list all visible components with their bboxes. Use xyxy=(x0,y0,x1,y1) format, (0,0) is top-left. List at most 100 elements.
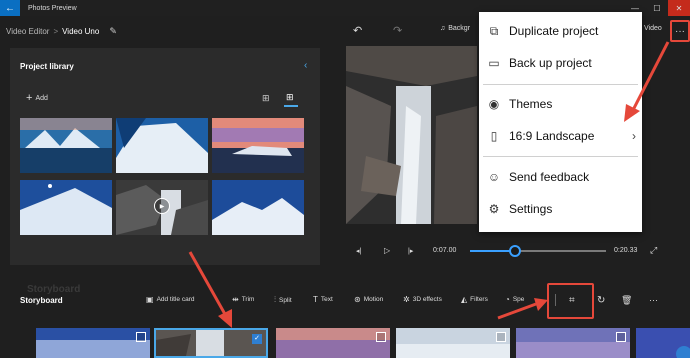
more-button[interactable]: ··· xyxy=(649,295,658,305)
split-button[interactable]: ⫶ Split xyxy=(274,295,292,305)
large-thumbnails-icon[interactable]: ⊞ xyxy=(262,93,270,104)
delete-icon: 🗑 xyxy=(621,295,633,305)
filters-button[interactable]: ◭ Filters xyxy=(461,295,488,304)
video-preview[interactable] xyxy=(346,46,477,224)
breadcrumb-current: Video Uno xyxy=(62,26,100,36)
menu-item-label: Duplicate project xyxy=(509,24,599,38)
snow-dune-image xyxy=(20,180,112,235)
menu-item-label: 16:9 Landscape xyxy=(509,129,595,143)
storyboard-clip[interactable] xyxy=(396,328,510,358)
tool-label: Split xyxy=(279,296,292,304)
seek-thumb[interactable] xyxy=(508,245,521,257)
redo-icon[interactable]: ↷ xyxy=(393,24,402,37)
iceberg-clip-image xyxy=(396,328,510,358)
split-icon: ⫶ xyxy=(274,295,276,304)
backup-icon: ▭ xyxy=(488,56,500,70)
feedback-icon: ☺ xyxy=(487,170,501,184)
storyboard-clip[interactable] xyxy=(636,328,690,358)
dusk-clip-image xyxy=(516,328,630,358)
storyboard-ghost-title: Storyboard xyxy=(27,284,81,295)
background-music-button[interactable]: ♫ Backgr xyxy=(440,25,470,32)
plus-icon: + xyxy=(26,92,33,104)
view-selected-indicator xyxy=(284,105,298,107)
clip-checkbox[interactable] xyxy=(496,332,506,342)
storyboard-clip[interactable] xyxy=(276,328,390,358)
library-thumbnail[interactable] xyxy=(20,118,112,173)
video-label: Video xyxy=(644,25,662,32)
library-thumbnail[interactable] xyxy=(212,118,304,173)
menu-item-duplicate-project[interactable]: ⧉ Duplicate project xyxy=(479,19,642,43)
menu-divider xyxy=(483,156,638,157)
storyboard-title: Storyboard xyxy=(20,296,63,305)
tool-label: 3D effects xyxy=(412,296,442,303)
library-thumbnail[interactable] xyxy=(116,118,208,173)
add-title-card-button[interactable]: ▣ Add title card xyxy=(146,295,195,304)
tool-label: Filters xyxy=(470,296,488,303)
seek-bar[interactable] xyxy=(470,250,606,252)
text-button[interactable]: T Text xyxy=(313,295,333,304)
chevron-right-icon: › xyxy=(632,129,636,143)
storyboard-clip[interactable] xyxy=(516,328,630,358)
small-thumbnails-icon[interactable]: ⊞ xyxy=(286,92,294,103)
clip-checkbox-checked[interactable]: ✓ xyxy=(252,334,262,344)
rename-pencil-icon[interactable]: ✎ xyxy=(109,26,117,37)
more-icon: ··· xyxy=(649,295,658,305)
menu-item-themes[interactable]: ◉ Themes xyxy=(479,92,642,116)
play-button[interactable]: ▷ xyxy=(384,246,390,255)
next-frame-icon[interactable]: |▸ xyxy=(408,247,413,255)
clip-checkbox[interactable] xyxy=(376,332,386,342)
fullscreen-icon[interactable]: ⤢ xyxy=(650,245,657,256)
tool-label: Motion xyxy=(363,296,384,303)
background-music-label: Backgr xyxy=(448,25,471,32)
library-thumbnail[interactable] xyxy=(212,180,304,235)
project-library-panel: Project library ‹ + Add ⊞ ⊞ ▶ xyxy=(10,48,320,265)
ice-lake-image xyxy=(20,118,112,173)
palette-icon: ◉ xyxy=(488,97,500,111)
previous-frame-icon[interactable]: ◂| xyxy=(356,247,361,255)
menu-divider xyxy=(483,84,638,85)
delete-button[interactable]: 🗑 xyxy=(621,295,632,306)
close-button[interactable]: ✕ xyxy=(668,0,690,16)
current-time: 0:07.00 xyxy=(433,247,457,254)
tool-label: Trim xyxy=(241,296,255,303)
undo-icon[interactable]: ↶ xyxy=(353,24,362,37)
tool-label: Text xyxy=(320,296,333,303)
menu-item-settings[interactable]: ⚙ Settings xyxy=(479,197,642,221)
menu-item-label: Settings xyxy=(509,202,553,216)
storyboard-clip[interactable] xyxy=(36,328,150,358)
clip-checkbox[interactable] xyxy=(616,332,626,342)
music-note-icon: ♫ xyxy=(440,25,446,32)
duplicate-icon: ⧉ xyxy=(489,23,499,38)
clip-checkbox[interactable] xyxy=(136,332,146,342)
trim-icon: ⇹ xyxy=(232,295,239,304)
menu-item-send-feedback[interactable]: ☺ Send feedback xyxy=(479,165,642,189)
app-title: Photos Preview xyxy=(28,4,77,12)
3d-effects-button[interactable]: ✲ 3D effects xyxy=(403,295,442,304)
collapse-library-icon[interactable]: ‹ xyxy=(304,60,307,71)
rotate-button[interactable]: ↻ xyxy=(597,295,605,306)
library-video-thumbnail[interactable]: ▶ xyxy=(116,180,208,235)
add-media-button[interactable]: + Add xyxy=(26,92,48,104)
menu-item-back-up-project[interactable]: ▭ Back up project xyxy=(479,51,642,75)
back-button[interactable]: ← xyxy=(0,0,20,16)
menu-item-label: Back up project xyxy=(509,56,592,70)
menu-item-aspect-ratio[interactable]: ▯ 16:9 Landscape › xyxy=(479,124,642,148)
blue-clip-image xyxy=(636,328,690,358)
filters-icon: ◭ xyxy=(461,295,468,304)
menu-item-label: Themes xyxy=(509,97,553,111)
motion-icon: ⊛ xyxy=(354,295,361,304)
play-icon: ▶ xyxy=(154,198,170,214)
tool-label: Add title card xyxy=(156,296,195,303)
trim-button[interactable]: ⇹ Trim xyxy=(232,295,254,304)
text-icon: T xyxy=(313,295,318,304)
speed-button[interactable]: ◔ Spe xyxy=(505,295,524,304)
motion-button[interactable]: ⊛ Motion xyxy=(354,295,383,304)
breadcrumb-separator: > xyxy=(53,26,59,36)
tool-label: Spe xyxy=(512,296,525,303)
maximize-button[interactable]: ☐ xyxy=(646,0,668,16)
more-options-menu: ⧉ Duplicate project ▭ Back up project ◉ … xyxy=(479,12,642,232)
storyboard-clip-selected[interactable]: ✓ xyxy=(154,328,268,358)
breadcrumb-root[interactable]: Video Editor xyxy=(6,27,49,36)
waterfall-clip-image xyxy=(156,330,266,356)
library-thumbnail[interactable] xyxy=(20,180,112,235)
